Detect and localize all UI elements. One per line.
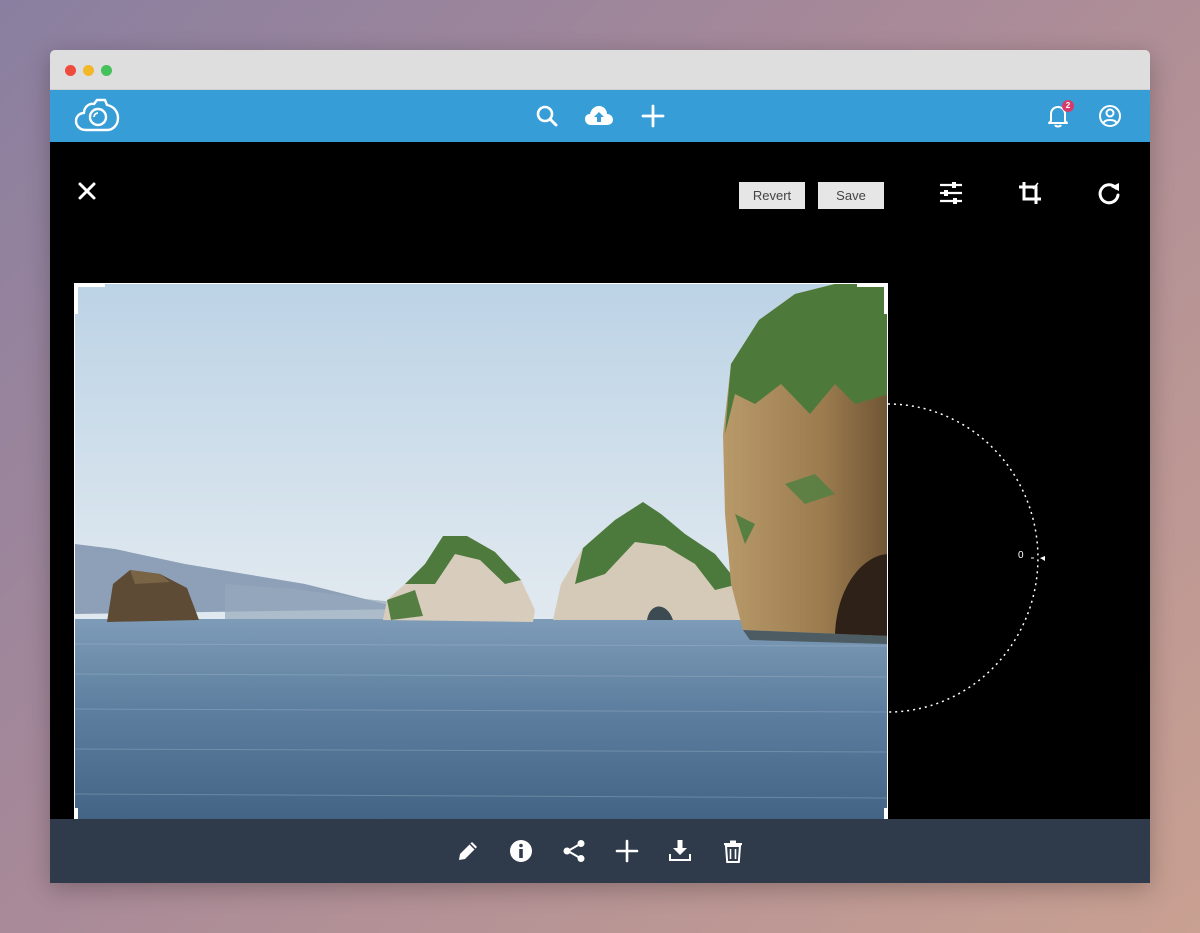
close-icon[interactable] xyxy=(76,180,98,202)
rotation-arc xyxy=(887,403,1045,713)
browser-window: 2 Revert Save 0 xyxy=(50,50,1150,883)
pencil-icon[interactable] xyxy=(456,839,480,863)
sliders-icon[interactable] xyxy=(938,180,964,206)
zoom-window-button[interactable] xyxy=(101,65,112,76)
photo-editor: Revert Save 0 xyxy=(50,142,1150,839)
notifications-button[interactable]: 2 xyxy=(1045,100,1074,129)
notification-badge: 2 xyxy=(1062,100,1074,112)
search-icon[interactable] xyxy=(534,103,560,129)
minimize-window-button[interactable] xyxy=(83,65,94,76)
crop-handle-top-right[interactable] xyxy=(857,284,887,314)
trash-icon[interactable] xyxy=(721,839,745,863)
crop-icon[interactable] xyxy=(1017,180,1043,206)
plus-icon[interactable] xyxy=(640,103,666,129)
revert-button[interactable]: Revert xyxy=(739,182,805,209)
crop-handle-top-left[interactable] xyxy=(75,284,105,314)
rotation-dial[interactable]: 0 xyxy=(887,402,1048,714)
info-icon[interactable] xyxy=(509,839,533,863)
close-window-button[interactable] xyxy=(65,65,76,76)
window-chrome xyxy=(50,50,1150,90)
rotation-value: 0 xyxy=(1018,550,1024,561)
download-icon[interactable] xyxy=(668,839,692,863)
edited-photo[interactable] xyxy=(74,283,888,839)
user-circle-icon[interactable] xyxy=(1097,103,1123,129)
app-header: 2 xyxy=(50,90,1150,142)
save-button[interactable]: Save xyxy=(818,182,884,209)
photo-actions-bar xyxy=(50,819,1150,883)
cloud-upload-icon[interactable] xyxy=(584,103,614,129)
share-icon[interactable] xyxy=(562,839,586,863)
seascape-image xyxy=(75,284,887,838)
add-icon[interactable] xyxy=(615,839,639,863)
rotate-icon[interactable] xyxy=(1096,180,1122,206)
camera-cloud-logo-icon[interactable] xyxy=(74,97,120,135)
